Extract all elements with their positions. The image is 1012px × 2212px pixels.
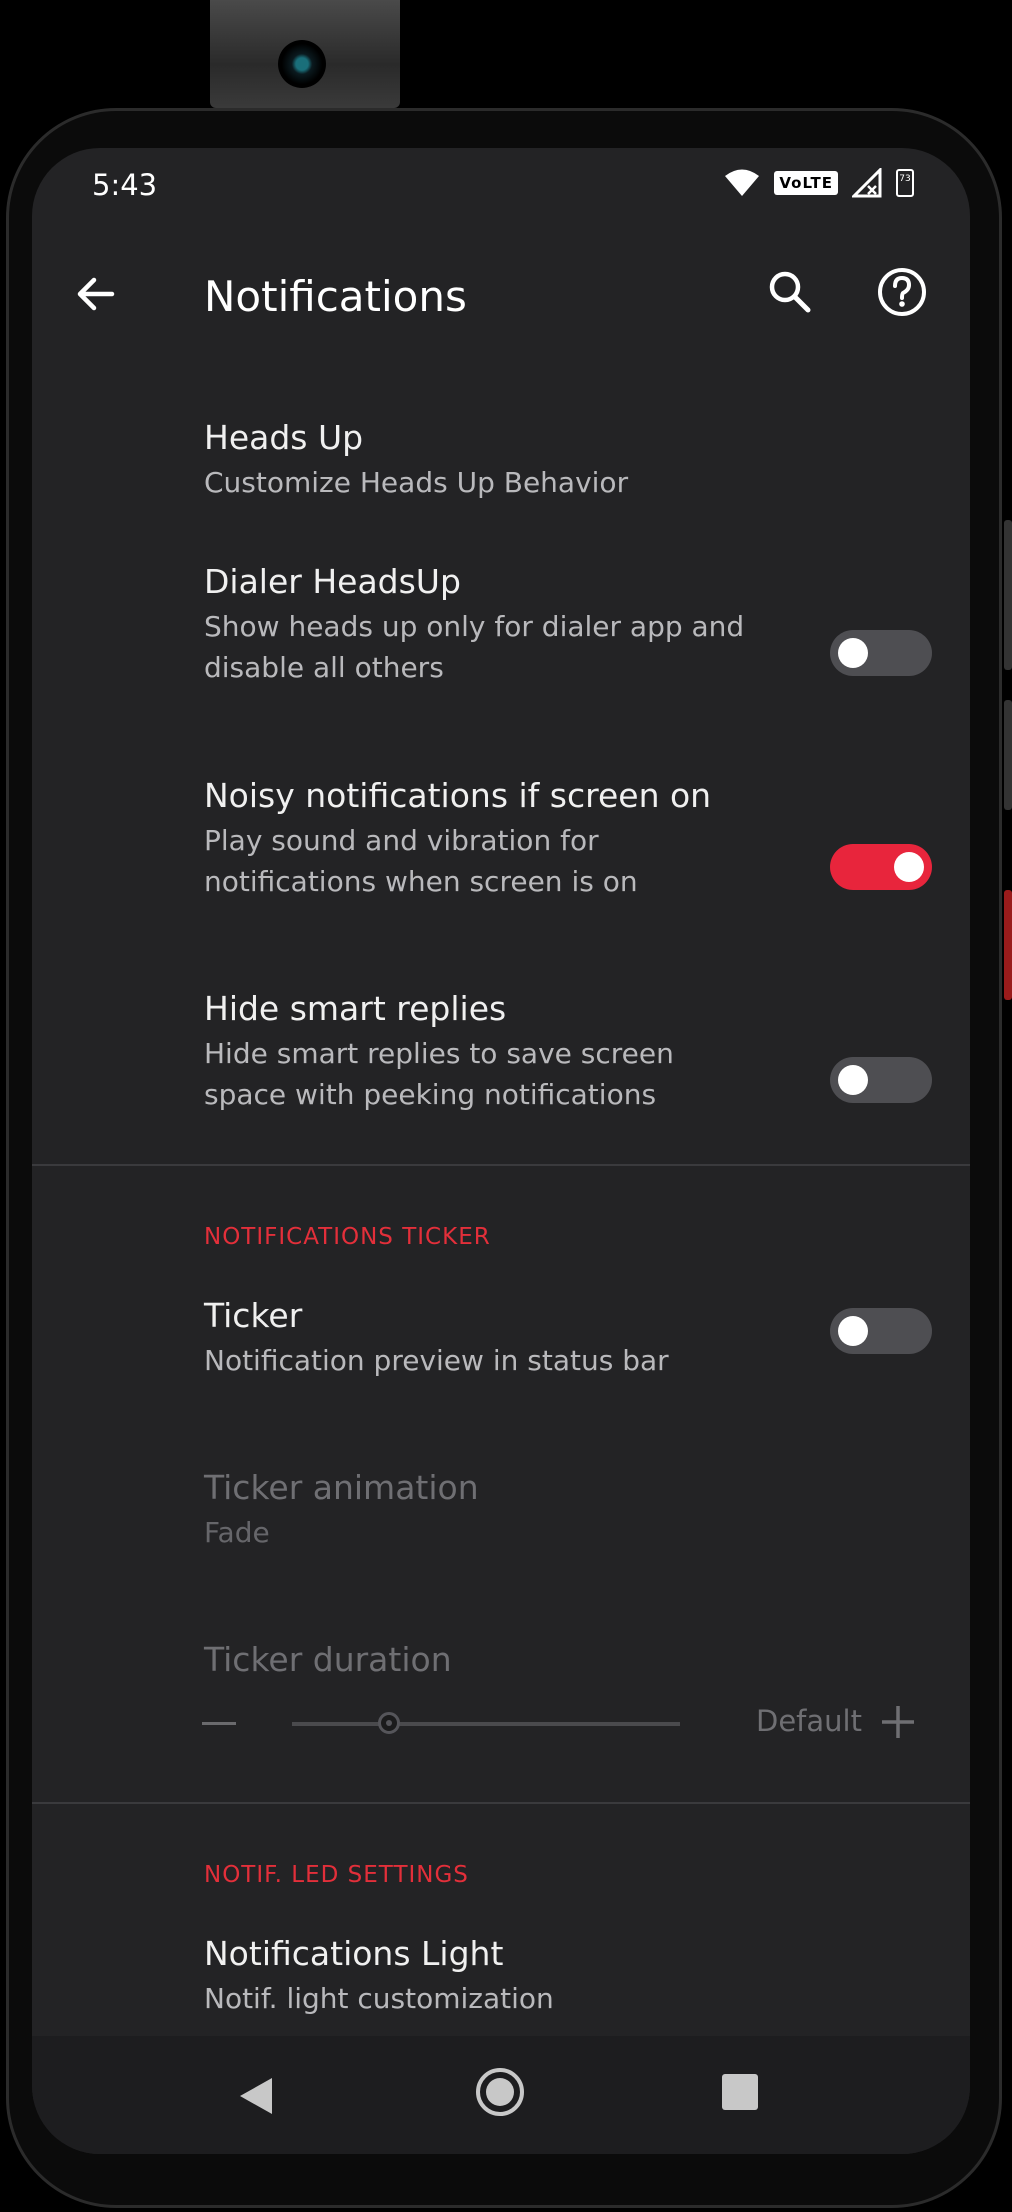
side-button-volume [1004,520,1012,670]
toggle-knob [838,638,868,668]
help-icon[interactable] [874,264,930,320]
signal-icon [852,168,882,198]
volte-badge: VoLTE [774,171,838,195]
minus-icon [202,1722,236,1725]
hide-smart-replies-toggle[interactable] [830,1057,932,1103]
section-header-ticker: NOTIFICATIONS TICKER [204,1224,491,1250]
item-subtitle: Hide smart replies to save screen space … [204,1037,674,1111]
nav-recents-icon[interactable] [722,2074,758,2110]
screen: 5:43 VoLTE 73 Notifications Heads Up Cus… [32,148,970,2154]
popup-camera [210,0,400,108]
list-item-ticker-duration: Ticker duration [32,1640,970,1700]
app-bar: Notifications [32,228,970,358]
nav-home-icon[interactable] [476,2068,524,2116]
noisy-notifications-toggle[interactable] [830,844,932,890]
item-subtitle: Play sound and vibration for notificatio… [204,824,638,898]
toggle-knob [838,1065,868,1095]
wifi-icon [725,169,760,196]
plus-icon [882,1706,914,1738]
item-title: Ticker duration [204,1640,452,1679]
item-subtitle: Fade [204,1516,270,1549]
item-subtitle: Customize Heads Up Behavior [204,466,629,499]
item-title: Ticker animation [204,1468,479,1507]
status-bar: 5:43 VoLTE 73 [32,148,970,228]
status-icons: VoLTE 73 [724,168,914,198]
item-title: Heads Up [204,418,364,457]
back-arrow-icon[interactable] [68,266,124,322]
list-item-hide-smart-replies[interactable]: Hide smart replies Hide smart replies to… [32,975,970,1175]
nav-back-icon[interactable] [238,2076,274,2116]
dialer-headsup-toggle[interactable] [830,630,932,676]
item-title: Notifications Light [204,1934,504,1973]
side-button [1004,700,1012,810]
section-header-led: NOTIF. LED SETTINGS [204,1862,469,1888]
list-item-ticker-animation: Ticker animation Fade [32,1468,970,1588]
slider-value-label: Default [756,1704,862,1738]
list-item-dialer-headsup[interactable]: Dialer HeadsUp Show heads up only for di… [32,548,970,748]
page-title: Notifications [204,272,467,321]
ticker-toggle[interactable] [830,1308,932,1354]
side-button-power [1004,890,1012,1000]
item-subtitle: Show heads up only for dialer app and di… [204,610,745,684]
item-title: Noisy notifications if screen on [204,776,712,815]
divider [32,1802,970,1804]
toggle-knob [838,1316,868,1346]
search-icon[interactable] [762,264,818,320]
toggle-knob [894,852,924,882]
status-time: 5:43 [92,168,158,202]
item-subtitle: Notification preview in status bar [204,1344,669,1377]
item-title: Dialer HeadsUp [204,562,461,601]
divider [32,1164,970,1166]
item-title: Ticker [204,1296,303,1335]
battery-icon: 73 [896,169,914,197]
item-title: Hide smart replies [204,989,507,1028]
list-item-noisy-notifications[interactable]: Noisy notifications if screen on Play so… [32,762,970,962]
slider-track [292,1722,680,1726]
list-item-ticker[interactable]: Ticker Notification preview in status ba… [32,1296,970,1416]
slider-thumb [378,1712,400,1734]
ticker-duration-slider: Default [202,1700,922,1750]
battery-level: 73 [899,174,911,184]
camera-lens [278,40,326,88]
item-subtitle: Notif. light customization [204,1982,554,2015]
list-item-heads-up[interactable]: Heads Up Customize Heads Up Behavior [32,388,970,508]
navigation-bar [32,2036,970,2154]
